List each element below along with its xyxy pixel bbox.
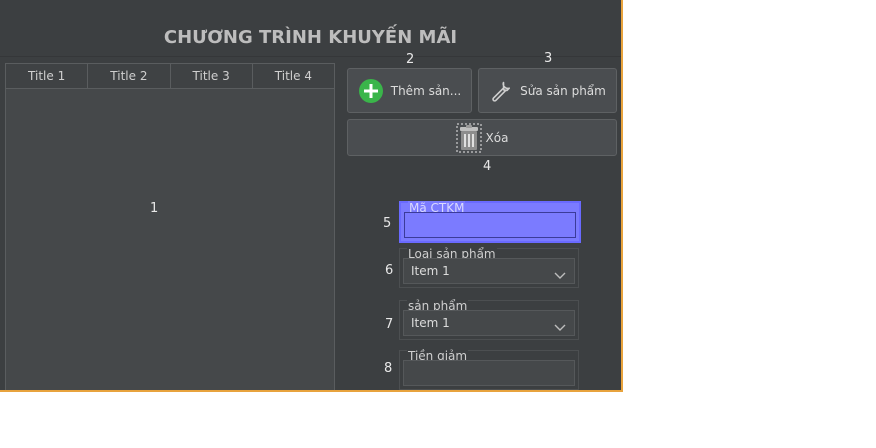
- tien-giam-input[interactable]: [403, 360, 575, 386]
- add-product-button[interactable]: Thêm sản...: [347, 68, 472, 113]
- column-header-3[interactable]: Title 3: [171, 64, 253, 88]
- add-product-label: Thêm sản...: [390, 83, 462, 98]
- marker-6: 6: [385, 263, 394, 278]
- san-pham-field: sản phẩm Item 1: [399, 299, 579, 340]
- delete-button[interactable]: Xóa: [347, 119, 617, 156]
- title-bar: [0, 0, 621, 22]
- app-window: CHƯƠNG TRÌNH KHUYẾN MÃI Title 1 Title 2 …: [0, 0, 623, 392]
- column-header-1[interactable]: Title 1: [6, 64, 89, 88]
- marker-2: 2: [406, 52, 415, 67]
- marker-1: 1: [150, 201, 159, 216]
- promotions-table[interactable]: Title 1 Title 2 Title 3 Title 4: [5, 63, 335, 390]
- ma-ctkm-input[interactable]: [404, 212, 576, 238]
- marker-5: 5: [383, 216, 392, 231]
- page-title: CHƯƠNG TRÌNH KHUYẾN MÃI: [163, 27, 458, 48]
- delete-label: Xóa: [485, 130, 509, 145]
- marker-8: 8: [384, 361, 393, 376]
- chevron-down-icon[interactable]: [554, 265, 566, 284]
- loai-san-pham-value: Item 1: [411, 264, 450, 278]
- wrench-icon: [489, 79, 513, 103]
- ma-ctkm-field: Mã CTKM: [399, 201, 581, 243]
- loai-san-pham-field: Loại sản phẩm Item 1: [399, 247, 579, 288]
- trash-icon: [456, 123, 482, 153]
- marker-3: 3: [544, 51, 553, 66]
- marker-4: 4: [483, 159, 492, 174]
- marker-7: 7: [385, 317, 394, 332]
- edit-product-label: Sửa sản phẩm: [520, 83, 606, 98]
- column-header-4[interactable]: Title 4: [253, 64, 334, 88]
- san-pham-dropdown[interactable]: Item 1: [403, 310, 575, 336]
- loai-san-pham-dropdown[interactable]: Item 1: [403, 258, 575, 284]
- column-header-2[interactable]: Title 2: [88, 64, 171, 88]
- tien-giam-field: Tiền giảm: [399, 349, 579, 390]
- table-header: Title 1 Title 2 Title 3 Title 4: [6, 64, 334, 89]
- plus-circle-icon: [358, 78, 384, 104]
- chevron-down-icon[interactable]: [554, 317, 566, 336]
- san-pham-value: Item 1: [411, 316, 450, 330]
- edit-product-button[interactable]: Sửa sản phẩm: [478, 68, 617, 113]
